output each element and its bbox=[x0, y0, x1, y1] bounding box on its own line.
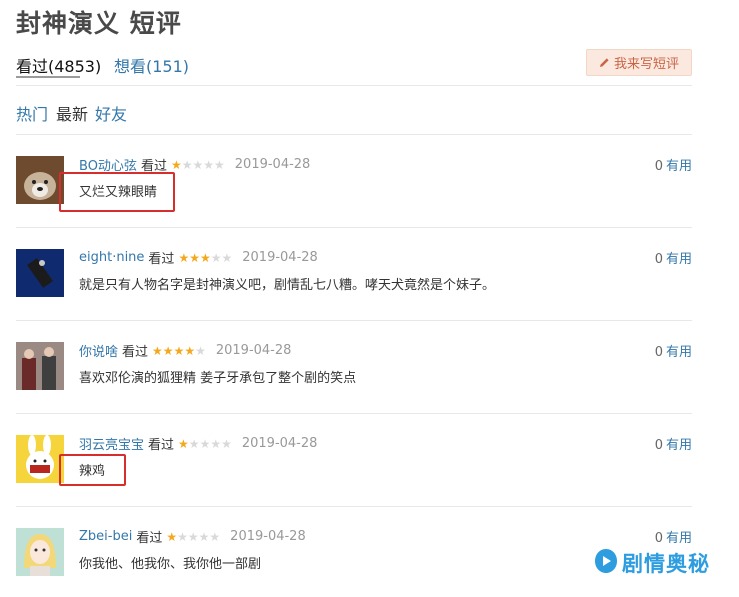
star-icon: ★ bbox=[221, 436, 232, 451]
star-icon: ★ bbox=[152, 343, 163, 358]
star-icon: ★ bbox=[178, 250, 190, 265]
useful-vote: 0 有用 bbox=[655, 434, 692, 453]
review-username[interactable]: 你说啥 bbox=[79, 341, 118, 360]
page-title: 封神演义 短评 bbox=[16, 9, 182, 38]
star-icon: ★ bbox=[184, 343, 196, 358]
avatar[interactable] bbox=[16, 249, 64, 297]
write-review-label: 我来写短评 bbox=[613, 57, 679, 72]
star-icon: ★ bbox=[198, 529, 210, 544]
divider bbox=[16, 320, 692, 321]
review-item: eight·nine 看过 ★ ★ ★ ★ ★ 2019-04-28 就是只有人物名字是… bbox=[16, 249, 692, 309]
review-username[interactable]: BO动心弦 bbox=[79, 155, 137, 174]
active-tab-indicator bbox=[16, 76, 80, 78]
review-item: 羽云亮宝宝 看过 ★ ★ ★ ★ ★ 2019-04-28 辣鸡 0 有用 bbox=[16, 435, 692, 495]
star-icon: ★ bbox=[162, 343, 174, 358]
star-icon: ★ bbox=[221, 250, 233, 265]
filter-hot[interactable]: 热门 bbox=[16, 101, 48, 125]
filter-friends[interactable]: 好友 bbox=[95, 101, 127, 125]
avatar[interactable] bbox=[16, 435, 64, 483]
review-username[interactable]: eight·nine bbox=[79, 250, 144, 265]
watermark-text: 剧情奥秘 bbox=[622, 552, 710, 576]
useful-button[interactable]: 有用 bbox=[666, 159, 692, 174]
tab-watched[interactable]: 看过(4853) bbox=[16, 53, 101, 77]
review-username[interactable]: 羽云亮宝宝 bbox=[79, 434, 144, 453]
useful-vote: 0 有用 bbox=[655, 341, 692, 360]
useful-button[interactable]: 有用 bbox=[666, 438, 692, 453]
useful-count: 0 bbox=[654, 252, 663, 267]
star-icon: ★ bbox=[187, 529, 199, 544]
star-icon: ★ bbox=[210, 250, 222, 265]
star-rating: ★ ★ ★ ★ ★ bbox=[171, 159, 225, 171]
useful-button[interactable]: 有用 bbox=[666, 345, 692, 360]
star-rating: ★ ★ ★ ★ ★ bbox=[166, 531, 220, 543]
review-item: BO动心弦 看过 ★ ★ ★ ★ ★ 2019-04-28 又烂又辣眼睛 0 有用 bbox=[16, 156, 692, 216]
write-review-button[interactable]: 我来写短评 bbox=[586, 49, 692, 76]
watch-status: 看过 bbox=[148, 252, 175, 267]
review-username[interactable]: Zbei-bei bbox=[79, 529, 132, 544]
watch-status: 看过 bbox=[148, 438, 175, 453]
divider bbox=[16, 506, 692, 507]
star-icon: ★ bbox=[177, 529, 188, 544]
star-icon: ★ bbox=[181, 157, 193, 172]
star-icon: ★ bbox=[210, 436, 222, 451]
star-icon: ★ bbox=[203, 157, 215, 172]
star-icon: ★ bbox=[195, 343, 206, 358]
review-text: 辣鸡 bbox=[79, 464, 106, 479]
star-icon: ★ bbox=[189, 250, 200, 265]
watch-status: 看过 bbox=[140, 159, 167, 174]
useful-count: 0 bbox=[654, 345, 663, 360]
useful-vote: 0 有用 bbox=[655, 155, 692, 174]
filter-latest[interactable]: 最新 bbox=[56, 101, 88, 125]
divider bbox=[16, 413, 692, 414]
review-item: 你说啥 看过 ★ ★ ★ ★ ★ 2019-04-28 喜欢邓伦演的狐狸精 姜子牙承包了… bbox=[16, 342, 692, 402]
watch-status: 看过 bbox=[136, 531, 163, 546]
star-icon: ★ bbox=[170, 157, 182, 172]
review-date: 2019-04-28 bbox=[242, 250, 318, 265]
watermark: 剧情奥秘 bbox=[594, 548, 710, 578]
star-icon: ★ bbox=[166, 529, 178, 544]
star-icon: ★ bbox=[188, 436, 200, 451]
star-icon: ★ bbox=[209, 529, 221, 544]
divider bbox=[16, 227, 692, 228]
tab-want-to-watch[interactable]: 想看(151) bbox=[114, 53, 189, 77]
review-date: 2019-04-28 bbox=[215, 343, 292, 358]
star-icon: ★ bbox=[199, 436, 211, 451]
avatar[interactable] bbox=[16, 342, 64, 390]
useful-vote: 0 有用 bbox=[655, 248, 692, 267]
useful-count: 0 bbox=[654, 438, 663, 453]
star-rating: ★ ★ ★ ★ ★ bbox=[178, 252, 232, 264]
star-icon: ★ bbox=[173, 343, 185, 358]
useful-vote: 0 有用 bbox=[655, 527, 692, 546]
watch-status: 看过 bbox=[122, 345, 149, 360]
avatar[interactable] bbox=[16, 528, 64, 576]
review-text: 你我他、他我你、我你他一部剧 bbox=[79, 557, 262, 572]
useful-count: 0 bbox=[654, 531, 663, 546]
watermark-logo-icon bbox=[594, 548, 618, 578]
useful-button[interactable]: 有用 bbox=[666, 531, 692, 546]
review-item: Zbei-bei 看过 ★ ★ ★ ★ ★ 2019-04-28 你我他、他我你、我你他… bbox=[16, 528, 692, 588]
useful-count: 0 bbox=[654, 159, 663, 174]
star-rating: ★ ★ ★ ★ ★ bbox=[178, 438, 232, 450]
star-icon: ★ bbox=[192, 157, 204, 172]
star-icon: ★ bbox=[178, 436, 189, 451]
avatar[interactable] bbox=[16, 156, 64, 204]
star-icon: ★ bbox=[214, 157, 225, 172]
review-date: 2019-04-28 bbox=[230, 529, 306, 544]
star-icon: ★ bbox=[199, 250, 211, 265]
star-rating: ★ ★ ★ ★ ★ bbox=[152, 345, 206, 357]
review-text: 又烂又辣眼睛 bbox=[79, 185, 158, 200]
divider bbox=[16, 134, 692, 135]
useful-button[interactable]: 有用 bbox=[666, 252, 692, 267]
review-date: 2019-04-28 bbox=[234, 157, 311, 172]
divider bbox=[16, 85, 692, 86]
pencil-icon bbox=[599, 57, 610, 68]
review-date: 2019-04-28 bbox=[241, 436, 318, 451]
review-text: 喜欢邓伦演的狐狸精 姜子牙承包了整个剧的笑点 bbox=[79, 371, 357, 386]
review-text: 就是只有人物名字是封神演义吧，剧情乱七八糟。哮天犬竟然是个妹子。 bbox=[79, 278, 496, 293]
